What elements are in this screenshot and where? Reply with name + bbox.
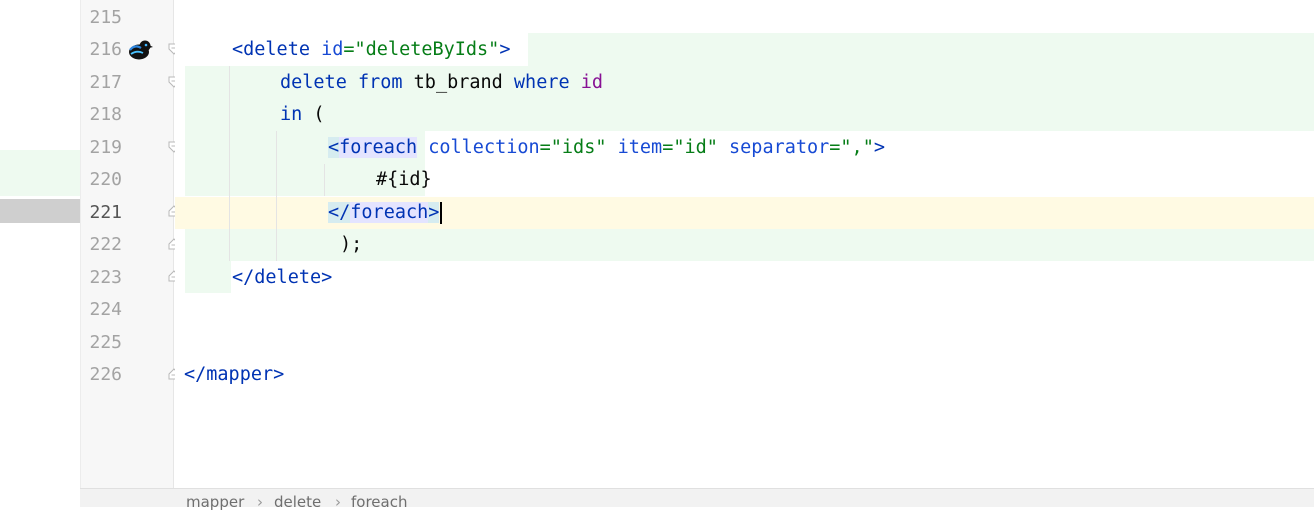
breadcrumb-item[interactable]: mapper bbox=[186, 493, 244, 511]
breadcrumb-item[interactable]: delete bbox=[274, 493, 321, 511]
line-number[interactable]: 216 bbox=[88, 34, 122, 66]
chevron-right-icon: › bbox=[335, 493, 341, 511]
token: "ids" bbox=[550, 137, 607, 158]
token: tb_brand bbox=[413, 72, 503, 93]
code-line-217[interactable]: delete from tb_brand where id bbox=[280, 67, 603, 99]
token: </ bbox=[232, 267, 255, 288]
line-number[interactable]: 219 bbox=[88, 132, 122, 164]
token: </ bbox=[184, 364, 207, 385]
token: > bbox=[428, 202, 440, 223]
indent-guide bbox=[324, 164, 325, 196]
token: > bbox=[273, 364, 285, 385]
bird-avatar-icon[interactable] bbox=[127, 38, 153, 62]
token: delete bbox=[280, 72, 347, 93]
token: < bbox=[328, 137, 340, 158]
token: #{id} bbox=[376, 169, 432, 190]
code-line-220[interactable]: #{id} bbox=[376, 164, 432, 196]
diff-highlight bbox=[528, 33, 1314, 66]
token: id bbox=[321, 39, 344, 60]
chevron-right-icon: › bbox=[257, 493, 263, 511]
token: = bbox=[343, 39, 355, 60]
token: collection bbox=[428, 137, 540, 158]
code-editor[interactable]: <delete id="deleteByIds"> delete from tb… bbox=[175, 0, 1314, 488]
token: ); bbox=[340, 234, 363, 255]
line-number[interactable]: 217 bbox=[88, 67, 122, 99]
token: </ bbox=[328, 202, 351, 223]
code-line-223[interactable]: </delete> bbox=[232, 262, 332, 294]
breadcrumb: mapper › delete › foreach bbox=[80, 488, 1314, 511]
line-number[interactable]: 226 bbox=[88, 359, 122, 391]
token: where bbox=[513, 72, 570, 93]
token: mapper bbox=[206, 364, 274, 385]
token: "id" bbox=[673, 137, 718, 158]
left-panel-edge bbox=[0, 0, 80, 507]
indent-guide bbox=[229, 66, 230, 261]
token: > bbox=[499, 39, 511, 60]
line-number[interactable]: 222 bbox=[88, 229, 122, 261]
line-number[interactable]: 225 bbox=[88, 327, 122, 359]
line-number[interactable]: 220 bbox=[88, 164, 122, 196]
breadcrumb-item[interactable]: foreach bbox=[351, 493, 407, 511]
token: item bbox=[617, 137, 663, 158]
change-marker-current bbox=[0, 199, 80, 223]
token: delete bbox=[254, 267, 322, 288]
line-number-current[interactable]: 221 bbox=[88, 197, 122, 229]
diff-highlight bbox=[185, 261, 231, 293]
token: < bbox=[232, 39, 244, 60]
token: separator bbox=[729, 137, 830, 158]
code-line-226[interactable]: </mapper> bbox=[184, 359, 284, 391]
token: > bbox=[321, 267, 333, 288]
indent-guide bbox=[276, 131, 277, 261]
code-line-222[interactable]: ); bbox=[340, 229, 362, 261]
line-number[interactable]: 224 bbox=[88, 294, 122, 326]
code-line-219[interactable]: <foreach collection="ids" item="id" sepa… bbox=[328, 132, 885, 164]
code-line-221[interactable]: </foreach> bbox=[328, 197, 443, 229]
token: id bbox=[580, 72, 604, 93]
token: "," bbox=[840, 137, 874, 158]
token: from bbox=[357, 72, 403, 93]
token: ( bbox=[313, 104, 325, 125]
code-line-216[interactable]: <delete id="deleteByIds"> bbox=[232, 34, 510, 66]
token: > bbox=[873, 137, 885, 158]
code-line-218[interactable]: in ( bbox=[280, 99, 325, 131]
line-number[interactable]: 223 bbox=[88, 262, 122, 294]
token: in bbox=[280, 104, 303, 125]
token: delete bbox=[243, 39, 310, 60]
line-number[interactable]: 215 bbox=[88, 2, 122, 34]
token: foreach bbox=[339, 137, 418, 158]
line-number[interactable]: 218 bbox=[88, 99, 122, 131]
token: foreach bbox=[350, 202, 429, 223]
text-caret bbox=[440, 202, 443, 224]
change-marker-added bbox=[0, 150, 80, 196]
token: "deleteByIds" bbox=[354, 39, 500, 60]
